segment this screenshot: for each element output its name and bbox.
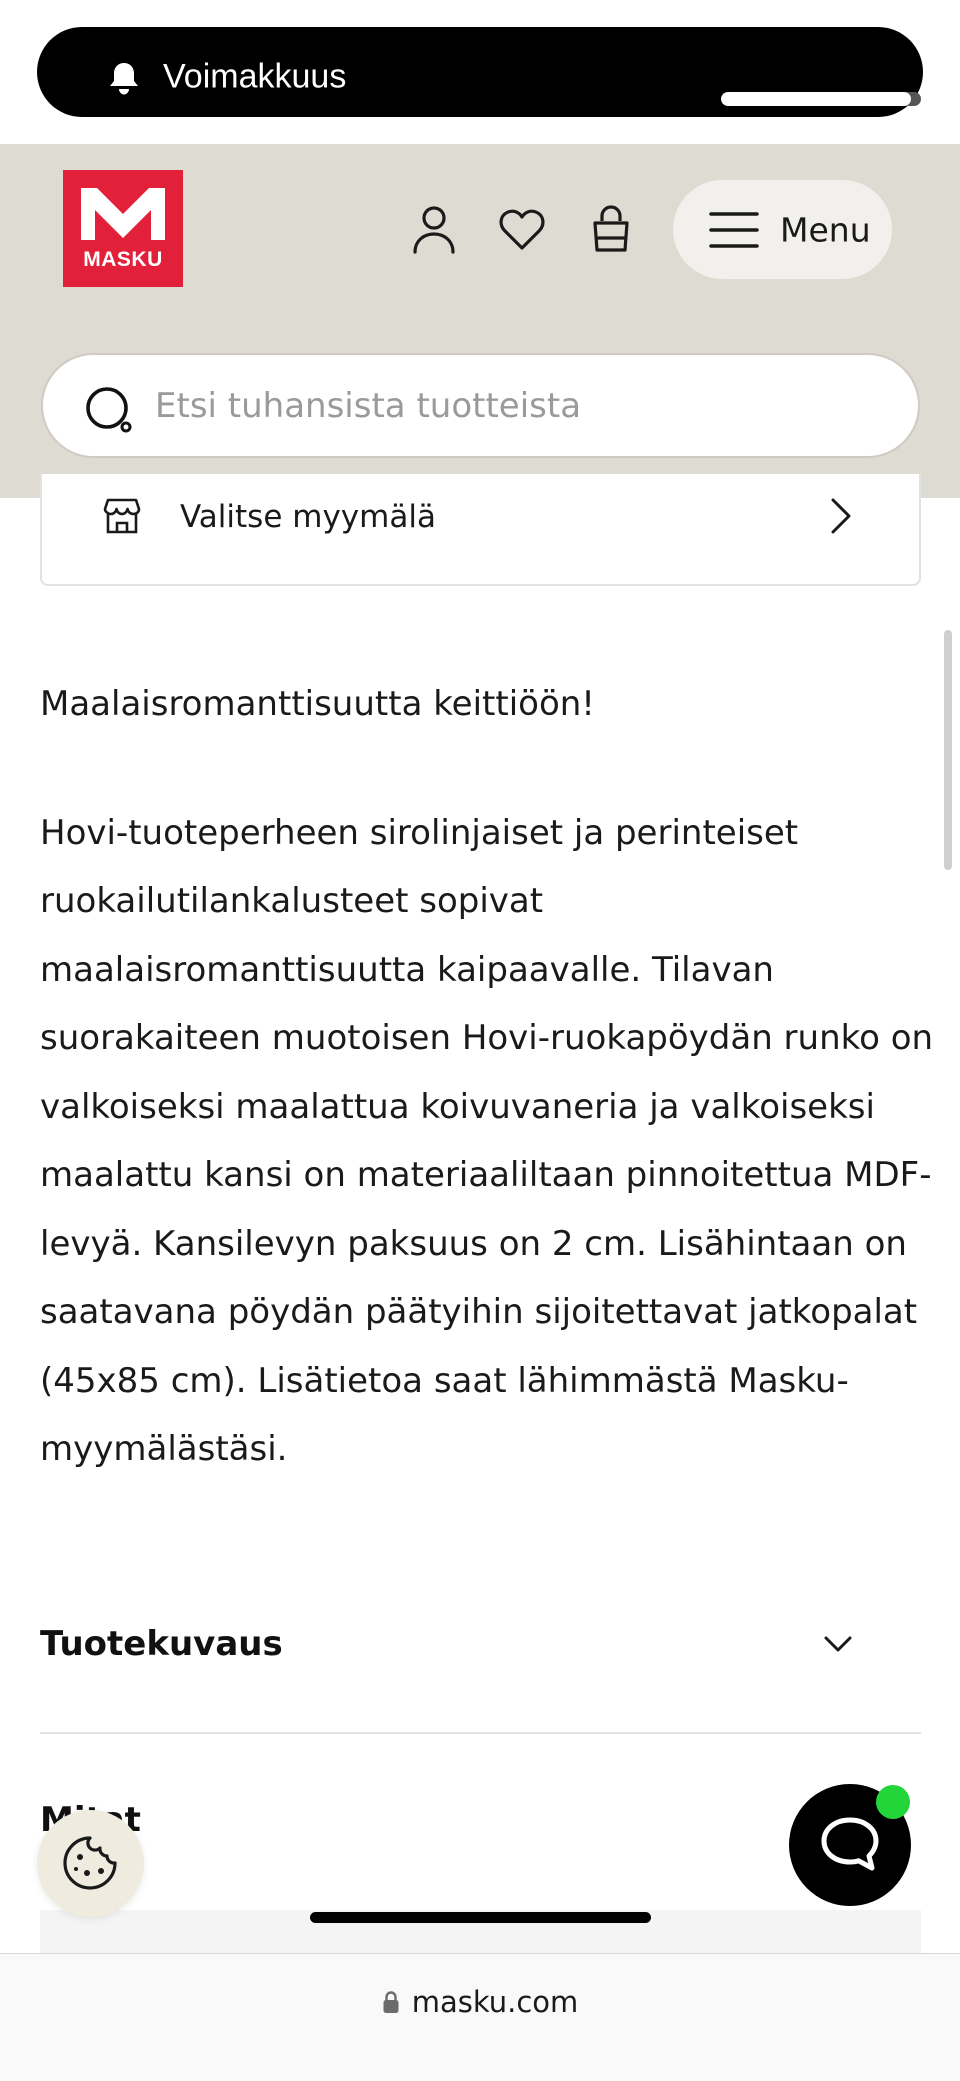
url-display[interactable]: masku.com xyxy=(0,1985,960,2019)
description-line: levyä. Kansilevyn paksuus on 2 cm. Lisäh… xyxy=(40,1223,907,1264)
home-indicator[interactable] xyxy=(310,1912,651,1923)
scrollbar[interactable] xyxy=(944,630,952,870)
site-header: MASKU Menu xyxy=(0,144,960,498)
store-selector-label: Valitse myymälä xyxy=(180,499,436,535)
description-line: saatavana pöydän päätyihin sijoitettavat… xyxy=(40,1292,918,1332)
volume-bar xyxy=(721,92,921,106)
cookie-icon xyxy=(63,1836,117,1890)
chevron-right-icon xyxy=(831,498,851,534)
masku-logo[interactable]: MASKU xyxy=(63,170,183,287)
lock-icon xyxy=(383,1991,399,2013)
hamburger-icon xyxy=(709,212,759,248)
product-description: Maalaisromanttisuutta keittiöön! Hovi-tu… xyxy=(40,670,940,1484)
chat-bubble-icon xyxy=(821,1817,879,1871)
bell-icon xyxy=(107,61,141,97)
menu-button[interactable]: Menu xyxy=(673,180,892,279)
store-selector[interactable]: Valitse myymälä xyxy=(40,474,921,586)
description-line: myymälästäsi. xyxy=(40,1429,288,1469)
volume-label: Voimakkuus xyxy=(163,57,347,96)
description-body: Hovi-tuoteperheen sirolinjaiset ja perin… xyxy=(40,799,940,1484)
masku-m-mark xyxy=(81,188,165,240)
volume-indicator: Voimakkuus xyxy=(37,27,923,117)
description-lead: Maalaisromanttisuutta keittiöön! xyxy=(40,684,595,724)
logo-text: MASKU xyxy=(83,248,163,271)
cookie-settings-button[interactable] xyxy=(37,1810,144,1917)
search-icon xyxy=(86,387,132,433)
description-line: ruokailutilankalusteet sopivat xyxy=(40,881,544,921)
accordion-title: Tuotekuvaus xyxy=(40,1624,283,1664)
menu-label: Menu xyxy=(780,210,871,250)
store-icon xyxy=(103,498,141,534)
search-input[interactable] xyxy=(155,385,875,426)
chat-online-indicator xyxy=(876,1785,910,1819)
description-line: maalaisromanttisuutta kaipaavalle. Tilav… xyxy=(40,949,774,990)
cart-bag-icon[interactable] xyxy=(587,204,635,254)
url-text: masku.com xyxy=(411,1985,579,2019)
description-line: (45x85 cm). Lisätietoa saat lähimmästä M… xyxy=(40,1360,849,1401)
volume-bar-fill xyxy=(721,92,911,106)
chevron-down-icon xyxy=(824,1636,852,1652)
description-line: Hovi-tuoteperheen sirolinjaiset ja perin… xyxy=(40,812,799,853)
search-bar[interactable] xyxy=(41,353,920,458)
accordion-tuotekuvaus[interactable]: Tuotekuvaus xyxy=(40,1600,921,1734)
description-line: suorakaiteen muotoisen Hovi-ruokapöydän … xyxy=(40,1018,934,1058)
description-line: valkoiseksi maalattua koivuvaneria ja va… xyxy=(40,1086,875,1127)
account-icon[interactable] xyxy=(410,204,458,254)
accordion-mitat[interactable]: Mitat xyxy=(40,1734,921,1980)
browser-address-bar[interactable]: masku.com xyxy=(0,1953,960,2081)
wishlist-heart-icon[interactable] xyxy=(498,204,546,254)
description-line: maalattu kansi on materiaaliltaan pinnoi… xyxy=(40,1155,932,1195)
